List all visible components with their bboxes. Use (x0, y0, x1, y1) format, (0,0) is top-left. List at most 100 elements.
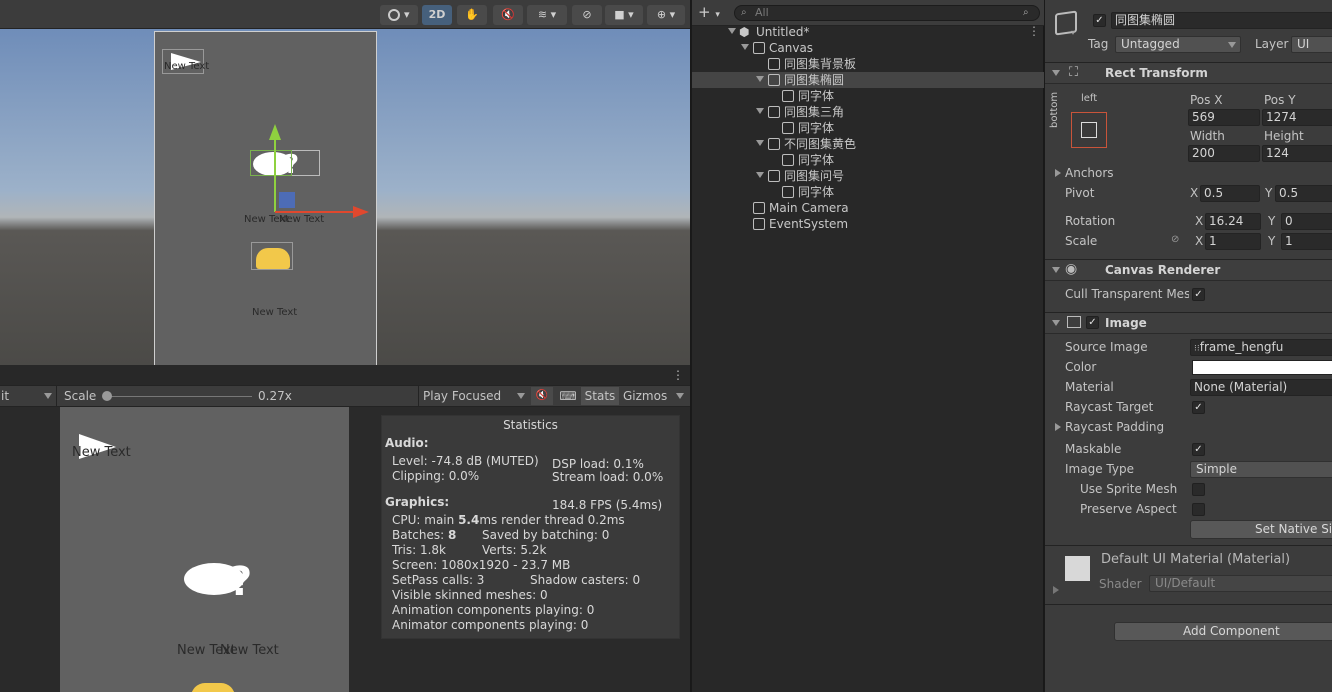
constrain-proportions-icon[interactable]: ⊘ (1171, 234, 1179, 245)
gameobject-icon (782, 186, 794, 198)
layer-dropdown[interactable]: UI (1291, 36, 1332, 53)
color-swatch[interactable] (1192, 360, 1332, 375)
canvas-rect: New Text ? New Text New Text New Text (154, 31, 377, 365)
material-field[interactable]: None (Material) (1190, 379, 1332, 396)
height-label: Height (1264, 129, 1304, 143)
stats-batches-prefix: Batches: (392, 528, 448, 542)
stats-animation: Animation components playing: 0 (392, 603, 595, 617)
move-gizmo-icon[interactable] (265, 122, 375, 222)
image-type-dropdown[interactable]: Simple (1190, 461, 1332, 478)
source-image-field[interactable]: ⁝⁝frame_hengfu (1190, 339, 1332, 356)
hierarchy-item[interactable]: 同图集三角 (692, 104, 1044, 120)
canvas-renderer-header[interactable]: ◉ Canvas Renderer (1045, 259, 1332, 281)
toggle-2d-button[interactable]: 2D (422, 5, 452, 25)
stats-graphics-header: Graphics: (385, 495, 450, 509)
pos-x-field[interactable]: 569 (1188, 109, 1260, 126)
raycast-padding-label[interactable]: Raycast Padding (1065, 420, 1164, 434)
raycast-target-checkbox[interactable]: ✓ (1192, 401, 1205, 414)
shader-dropdown[interactable]: UI/Default (1149, 575, 1332, 592)
collapse-arrow-icon[interactable] (1052, 320, 1060, 326)
gameobject-icon (782, 154, 794, 166)
anchor-preset-button[interactable] (1071, 112, 1107, 148)
scene-view[interactable]: New Text ? New Text New Text New Text (0, 29, 690, 365)
play-mode-dropdown[interactable]: Play Focused (418, 386, 528, 406)
pivot-x-label: X (1190, 186, 1199, 200)
kebab-menu-icon[interactable]: ⋮ (672, 368, 684, 382)
scale-slider-track[interactable] (104, 396, 252, 397)
hierarchy-item[interactable]: 同图集问号 (692, 168, 1044, 184)
raycast-padding-foldout-icon[interactable] (1055, 423, 1061, 431)
set-native-size-button[interactable]: Set Native Size (1190, 520, 1332, 539)
cull-transparent-checkbox[interactable]: ✓ (1192, 288, 1205, 301)
object-name-field[interactable]: 同图集椭圆 (1111, 12, 1332, 29)
anchors-label[interactable]: Anchors (1065, 166, 1114, 180)
hierarchy-item[interactable]: 同图集背景板 (692, 56, 1044, 72)
pivot-y-field[interactable]: 0.5 (1275, 185, 1332, 202)
expand-arrow-icon[interactable] (756, 108, 764, 114)
maskable-checkbox[interactable]: ✓ (1192, 443, 1205, 456)
hierarchy-item[interactable]: 同字体 (692, 88, 1044, 104)
rect-transform-title: Rect Transform (1105, 66, 1208, 80)
yellow-image[interactable] (251, 242, 293, 270)
expand-arrow-icon[interactable] (756, 76, 764, 82)
scale-x-field[interactable]: 1 (1205, 233, 1261, 250)
height-field[interactable]: 124 (1262, 145, 1332, 162)
game-view[interactable]: New Text ? New Text New Text Statistics … (0, 407, 690, 692)
draw-mode-dropdown[interactable]: ▾ (380, 5, 418, 25)
rotation-x-field[interactable]: 16.24 (1205, 213, 1261, 230)
pos-y-field[interactable]: 1274 (1262, 109, 1332, 126)
scene-visibility-icon[interactable]: ⊘ (572, 5, 602, 25)
stats-batches-value: 8 (448, 528, 457, 542)
preserve-aspect-checkbox[interactable] (1192, 503, 1205, 516)
hierarchy-search[interactable]: ⌕ All ⌕ (734, 5, 1040, 21)
icon-dropdown-chevron[interactable]: ▾ (1071, 28, 1075, 37)
keyboard-icon[interactable]: ⌨ (557, 387, 579, 405)
use-sprite-mesh-checkbox[interactable] (1192, 483, 1205, 496)
width-field[interactable]: 200 (1188, 145, 1260, 162)
hierarchy-item-main-camera[interactable]: Main Camera (692, 200, 1044, 216)
active-checkbox[interactable]: ✓ (1093, 14, 1106, 27)
rect-transform-header[interactable]: ⛶ Rect Transform (1045, 62, 1332, 84)
gizmos-dropdown-icon[interactable]: ⊕ ▾ (647, 5, 685, 25)
effects-dropdown-icon[interactable]: ≋ ▾ (527, 5, 567, 25)
gizmos-chevron-icon[interactable] (676, 393, 684, 399)
hierarchy-scene-row[interactable]: ⬢ Untitled* ⋮ (692, 24, 1044, 40)
expand-arrow-icon[interactable] (756, 140, 764, 146)
expand-arrow-icon[interactable] (741, 44, 749, 50)
lighting-toggle-icon[interactable]: ✋ (457, 5, 487, 25)
tag-dropdown[interactable]: Untagged (1115, 36, 1241, 53)
camera-dropdown-icon[interactable]: ■ ▾ (605, 5, 643, 25)
collapse-arrow-icon[interactable] (1052, 70, 1060, 76)
game-canvas: New Text ? New Text New Text (60, 407, 349, 692)
gizmos-toggle[interactable]: Gizmos (623, 386, 667, 406)
anchors-foldout-icon[interactable] (1055, 169, 1061, 177)
hierarchy-item[interactable]: 同字体 (692, 184, 1044, 200)
add-object-button[interactable]: + ▾ (698, 4, 720, 23)
scene-name: Untitled* (756, 25, 810, 39)
audio-toggle-icon[interactable]: 🔇 (493, 5, 523, 25)
hierarchy-item-canvas[interactable]: Canvas (692, 40, 1044, 56)
expand-arrow-icon[interactable] (728, 28, 736, 34)
hierarchy-item-event-system[interactable]: EventSystem (692, 216, 1044, 232)
pivot-x-field[interactable]: 0.5 (1200, 185, 1260, 202)
search-filter-icon[interactable]: ⌕ (1023, 6, 1029, 20)
scene-menu-icon[interactable]: ⋮ (1028, 24, 1040, 38)
rotation-y-field[interactable]: 0 (1281, 213, 1332, 230)
panel-divider: ⋮ (0, 365, 690, 385)
hierarchy-item[interactable]: 同字体 (692, 152, 1044, 168)
hierarchy-item[interactable]: 同字体 (692, 120, 1044, 136)
mute-audio-icon[interactable]: 🔇 (531, 387, 553, 405)
add-component-button[interactable]: Add Component (1114, 622, 1332, 641)
image-enabled-checkbox[interactable]: ✓ (1086, 316, 1099, 329)
scale-slider-thumb[interactable] (102, 391, 112, 401)
scale-y-field[interactable]: 1 (1281, 233, 1332, 250)
anchor-v-label: bottom (1049, 91, 1060, 128)
hierarchy-item[interactable]: 不同图集黄色 (692, 136, 1044, 152)
image-header[interactable]: ✓ Image (1045, 312, 1332, 334)
material-foldout-icon[interactable] (1053, 586, 1059, 594)
display-dropdown[interactable]: it (0, 386, 57, 406)
collapse-arrow-icon[interactable] (1052, 267, 1060, 273)
hierarchy-item-selected[interactable]: 同图集椭圆 (692, 72, 1044, 88)
stats-toggle[interactable]: Stats (581, 387, 619, 405)
expand-arrow-icon[interactable] (756, 172, 764, 178)
